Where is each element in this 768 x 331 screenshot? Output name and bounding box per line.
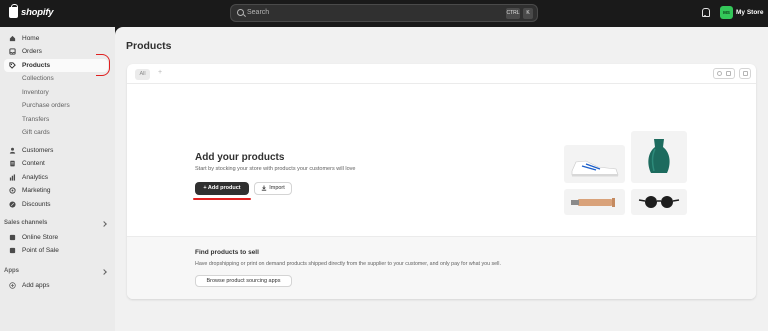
sidebar-item-transfers[interactable]: Transfers xyxy=(0,113,112,126)
search-filter-button[interactable] xyxy=(713,68,735,79)
sidebar-item-products[interactable]: Products xyxy=(4,59,108,72)
shortcut-key-k: K xyxy=(523,8,533,19)
sidebar-item-label: Content xyxy=(22,160,45,167)
sidebar-item-label: Customers xyxy=(22,147,54,154)
vase-image xyxy=(631,131,687,183)
import-button[interactable]: Import xyxy=(254,182,292,195)
search-bar[interactable]: Search CTRL K xyxy=(230,4,538,22)
empty-state-title: Add your products xyxy=(195,152,285,163)
search-icon xyxy=(717,71,722,76)
pos-icon xyxy=(9,247,16,254)
sidebar-item-discounts[interactable]: Discounts xyxy=(0,198,112,211)
main-content: Products All + Add your products Start b… xyxy=(115,27,768,331)
inbox-icon xyxy=(9,48,16,55)
bell-icon[interactable] xyxy=(701,8,710,17)
sort-icon xyxy=(743,71,748,76)
empty-state-description: Start by stocking your store with produc… xyxy=(195,166,356,172)
sidebar-item-label: Analytics xyxy=(22,174,49,181)
sidebar-item-label: Gift cards xyxy=(22,129,50,136)
add-view-button[interactable]: + xyxy=(158,69,162,76)
sidebar-item-customers[interactable]: Customers xyxy=(0,144,112,157)
target-icon xyxy=(9,187,16,194)
sidebar-item-add-apps[interactable]: Add apps xyxy=(0,279,112,292)
import-label: Import xyxy=(269,185,285,191)
sourcing-title: Find products to sell xyxy=(195,249,259,256)
chevron-right-icon[interactable] xyxy=(101,269,107,275)
store-name[interactable]: My Store xyxy=(736,9,763,16)
sidebar-item-purchase-orders[interactable]: Purchase orders xyxy=(0,99,112,112)
chart-icon xyxy=(9,174,16,181)
sort-button[interactable] xyxy=(739,68,751,79)
add-product-button[interactable]: + Add product xyxy=(195,182,249,195)
sidebar-item-label: Inventory xyxy=(22,89,49,96)
shopify-logo[interactable]: shopify xyxy=(9,4,54,18)
person-icon xyxy=(9,147,16,154)
apps-heading: Apps xyxy=(4,268,19,274)
sidebar-item-label: Transfers xyxy=(22,116,50,123)
sidebar-item-label: Add apps xyxy=(22,282,50,289)
plus-circle-icon xyxy=(9,282,16,289)
filter-bar: All + xyxy=(127,64,756,84)
filter-icon xyxy=(726,71,731,76)
sourcing-description: Have dropshipping or print on demand pro… xyxy=(195,261,501,267)
sidebar-item-label: Purchase orders xyxy=(22,102,70,109)
store-icon xyxy=(9,234,16,241)
sneaker-image xyxy=(564,145,625,183)
sidebar-item-analytics[interactable]: Analytics xyxy=(0,171,112,184)
sourcing-section: Find products to sell Have dropshipping … xyxy=(127,236,756,299)
top-bar: shopify Search CTRL K MS My Store xyxy=(0,0,768,27)
sidebar-item-label: Discounts xyxy=(22,201,51,208)
sidebar-item-label: Point of Sale xyxy=(22,247,59,254)
sidebar-item-online-store[interactable]: Online Store xyxy=(0,231,112,244)
annotation-bracket xyxy=(96,54,110,76)
sidebar-item-content[interactable]: Content xyxy=(0,157,112,170)
sidebar-item-label: Products xyxy=(22,62,51,69)
sidebar-item-label: Marketing xyxy=(22,187,51,194)
home-icon xyxy=(9,35,16,42)
sidebar-item-marketing[interactable]: Marketing xyxy=(0,184,112,197)
sidebar-item-inventory[interactable]: Inventory xyxy=(0,86,112,99)
page-title: Products xyxy=(126,40,172,52)
search-icon xyxy=(237,9,244,16)
avatar[interactable]: MS xyxy=(720,6,733,19)
shopify-bag-icon xyxy=(9,4,18,18)
logo-text: shopify xyxy=(21,7,54,18)
chevron-right-icon[interactable] xyxy=(101,221,107,227)
sidebar-item-label: Collections xyxy=(22,75,54,82)
sidebar-item-label: Orders xyxy=(22,48,42,55)
products-card: All + Add your products Start by stockin… xyxy=(127,64,756,299)
import-icon xyxy=(262,185,267,191)
add-product-label: Add product xyxy=(207,185,241,191)
shortcut-key-ctrl: CTRL xyxy=(506,8,520,19)
sidebar-item-gift-cards[interactable]: Gift cards xyxy=(0,126,112,139)
sidebar-item-point-of-sale[interactable]: Point of Sale xyxy=(0,244,112,257)
document-icon xyxy=(10,160,15,167)
tube-image xyxy=(564,189,625,215)
tag-icon xyxy=(9,62,16,69)
sales-channels-heading: Sales channels xyxy=(4,220,48,226)
sunglasses-image xyxy=(631,189,687,215)
sidebar-item-label: Home xyxy=(22,35,40,42)
browse-sourcing-apps-button[interactable]: Browse product sourcing apps xyxy=(195,275,292,287)
sidebar-item-home[interactable]: Home xyxy=(0,32,112,45)
annotation-underline xyxy=(193,198,251,200)
sidebar-item-label: Online Store xyxy=(22,234,59,241)
discount-icon xyxy=(9,201,16,208)
tab-all[interactable]: All xyxy=(135,69,150,80)
search-placeholder: Search xyxy=(247,9,270,16)
